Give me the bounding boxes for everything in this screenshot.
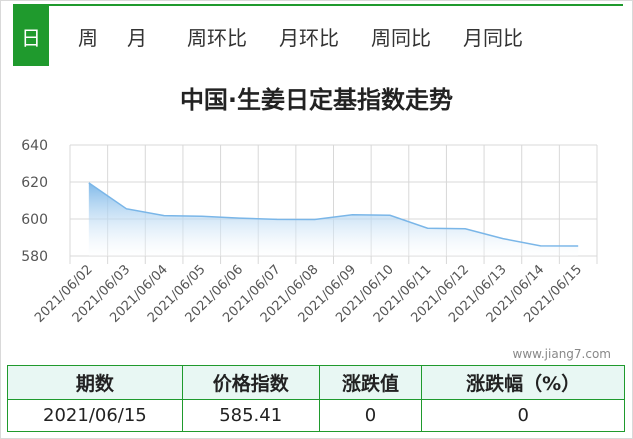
cell-price-index: 585.41 bbox=[181, 399, 320, 432]
site-watermark: www.jiang7.com bbox=[512, 347, 611, 361]
tab-week[interactable]: 周 bbox=[63, 6, 113, 66]
chart-title: 中国·生姜日定基指数走势 bbox=[179, 86, 454, 114]
tab-week-on-week[interactable]: 周环比 bbox=[171, 6, 263, 66]
y-tick-label: 640 bbox=[21, 138, 48, 154]
cell-change-value: 0 bbox=[318, 399, 423, 432]
y-tick-label: 600 bbox=[21, 212, 48, 228]
tab-month[interactable]: 月 bbox=[113, 6, 161, 66]
y-tick-label: 580 bbox=[21, 249, 48, 265]
period-tab-bar: 日 周 月 周环比 月环比 周同比 月同比 bbox=[13, 4, 623, 66]
table-header-row: 期数 价格指数 涨跌值 涨跌幅（%） bbox=[7, 365, 625, 400]
y-tick-label: 620 bbox=[21, 175, 48, 191]
tab-day[interactable]: 日 bbox=[13, 6, 49, 66]
header-change-value: 涨跌值 bbox=[318, 365, 423, 400]
tab-month-on-month[interactable]: 月环比 bbox=[263, 6, 355, 66]
cell-change-percent: 0 bbox=[421, 399, 625, 432]
cell-period: 2021/06/15 bbox=[7, 399, 183, 432]
tab-week-year-on-year[interactable]: 周同比 bbox=[355, 6, 447, 66]
index-trend-chart: 5806006206402021/06/022021/06/032021/06/… bbox=[21, 138, 598, 326]
table-row: 2021/06/15 585.41 0 0 bbox=[7, 399, 625, 432]
tab-month-year-on-year[interactable]: 月同比 bbox=[447, 6, 539, 66]
index-summary-table: 期数 价格指数 涨跌值 涨跌幅（%） 2021/06/15 585.41 0 0 bbox=[7, 365, 625, 432]
header-price-index: 价格指数 bbox=[181, 365, 320, 400]
header-period: 期数 bbox=[7, 365, 183, 400]
header-change-percent: 涨跌幅（%） bbox=[421, 365, 625, 400]
